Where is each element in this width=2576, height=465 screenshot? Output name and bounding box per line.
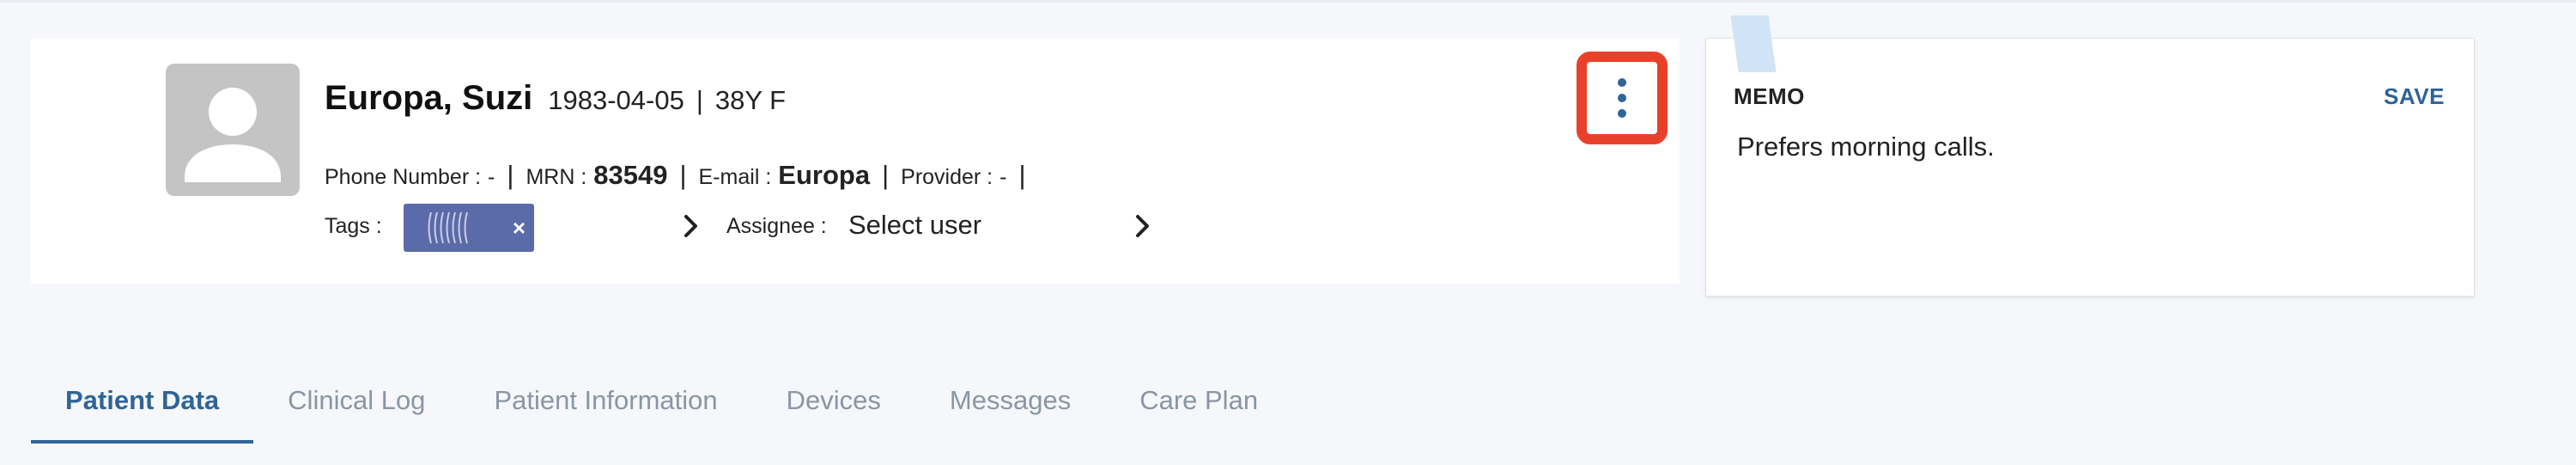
mrn-label: MRN : [526, 165, 587, 189]
patient-age-sex: 38Y F [714, 85, 787, 115]
separator: | [679, 160, 687, 190]
user-placeholder-icon [185, 88, 281, 182]
tag-chip[interactable]: × [404, 204, 534, 252]
tab-clinical-log[interactable]: Clinical Log [253, 370, 459, 444]
email-value: Europa [778, 160, 871, 190]
separator: | [882, 160, 890, 190]
email-label: E-mail : [698, 165, 772, 189]
patient-dob: 1983-04-05 [548, 85, 684, 115]
provider-value: - [999, 165, 1007, 189]
tab-patient-data[interactable]: Patient Data [31, 370, 254, 444]
memo-card: MEMO SAVE Prefers morning calls. [1705, 38, 2475, 297]
phone-value: - [488, 165, 495, 189]
chevron-right-icon[interactable] [1132, 211, 1154, 241]
separator: | [507, 160, 514, 190]
memo-tape-decoration [1730, 15, 1777, 72]
phone-label: Phone Number : [325, 165, 482, 189]
memo-title: MEMO [1734, 83, 1805, 109]
vertical-ellipsis-icon [1618, 78, 1626, 118]
avatar [166, 64, 300, 196]
tag-pattern-icon [428, 211, 468, 244]
patient-info-row: Phone Number : - | MRN : 83549 | E-mail … [325, 160, 1038, 191]
assignee-select[interactable]: Select user [848, 210, 981, 241]
memo-save-button[interactable]: SAVE [2384, 83, 2445, 110]
separator: | [1018, 160, 1026, 190]
top-divider [0, 0, 2576, 3]
chevron-right-icon[interactable] [680, 211, 702, 241]
tab-care-plan[interactable]: Care Plan [1105, 370, 1292, 444]
memo-text[interactable]: Prefers morning calls. [1737, 132, 1995, 162]
tag-remove-button[interactable]: × [513, 204, 526, 252]
tab-bar: Patient Data Clinical Log Patient Inform… [31, 370, 1292, 444]
patient-name-row: Europa, Suzi 1983-04-05 | 38Y F [325, 79, 786, 118]
tab-devices[interactable]: Devices [752, 370, 915, 444]
assignee-label: Assignee : [726, 214, 827, 238]
provider-label: Provider : [901, 165, 993, 189]
mrn-value: 83549 [593, 160, 668, 190]
more-options-button[interactable] [1577, 52, 1668, 144]
tab-patient-information[interactable]: Patient Information [459, 370, 751, 444]
patient-name: Europa, Suzi [325, 79, 533, 117]
tags-label: Tags : [325, 214, 382, 238]
patient-header-card: Europa, Suzi 1983-04-05 | 38Y F Phone Nu… [31, 38, 1680, 284]
separator: | [696, 85, 703, 115]
tab-messages[interactable]: Messages [915, 370, 1105, 444]
